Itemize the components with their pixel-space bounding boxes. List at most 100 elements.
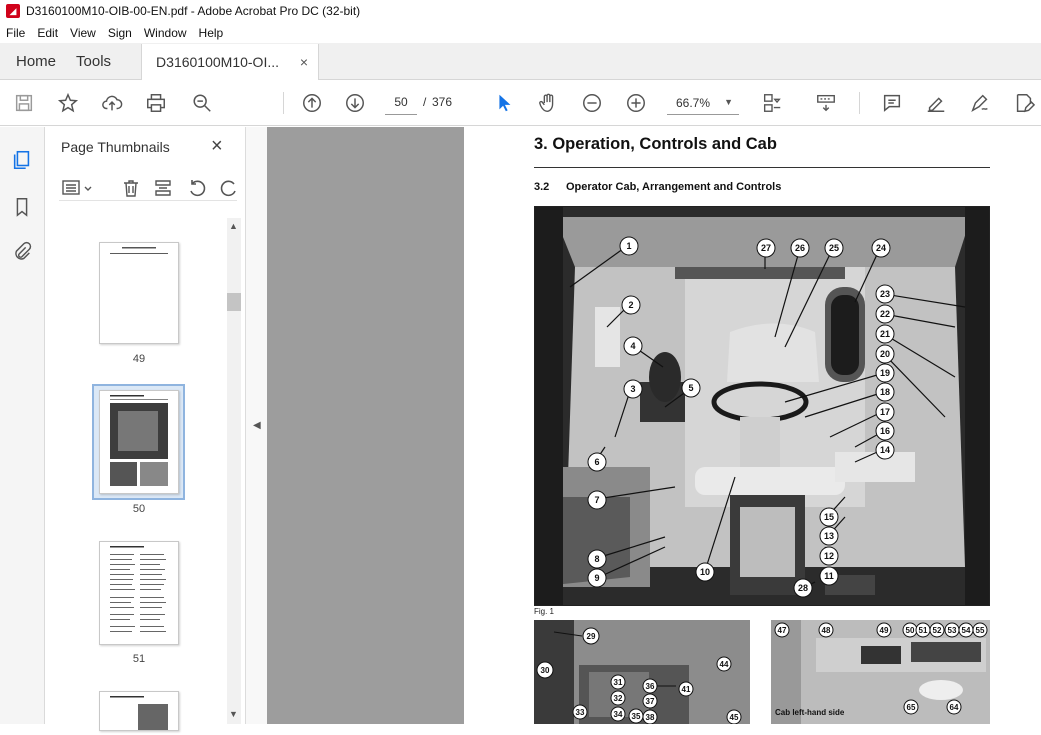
- rotate-right-icon[interactable]: [219, 178, 239, 198]
- thumbnail-page-51[interactable]: [99, 541, 179, 645]
- section-heading: 3.2 Operator Cab, Arrangement and Control…: [534, 181, 781, 193]
- document-view[interactable]: 3. Operation, Controls and Cab 3.2 Operat…: [267, 127, 1041, 724]
- menu-view[interactable]: View: [64, 26, 102, 40]
- menu-help[interactable]: Help: [193, 26, 230, 40]
- callout-38: 38: [646, 713, 655, 722]
- page-thumbnails-icon[interactable]: [11, 149, 33, 171]
- callout-16: 16: [880, 426, 890, 436]
- callout-47: 47: [778, 626, 787, 635]
- figure-label: Fig. 1: [534, 607, 555, 616]
- highlight-pen-icon[interactable]: [924, 91, 948, 115]
- rotate-left-icon[interactable]: [187, 178, 207, 198]
- zoom-dropdown[interactable]: 66.7% ▼: [667, 89, 739, 115]
- upload-cloud-icon[interactable]: [100, 91, 124, 115]
- close-panel-icon[interactable]: ×: [211, 135, 223, 158]
- callout-18: 18: [880, 387, 890, 397]
- callout-15: 15: [824, 512, 834, 522]
- find-zoom-icon[interactable]: [190, 91, 214, 115]
- callout-55: 55: [976, 626, 985, 635]
- chevron-down-icon: ▼: [724, 97, 733, 107]
- callout-14: 14: [880, 445, 890, 455]
- callout-65: 65: [907, 703, 916, 712]
- tab-tools[interactable]: Tools: [72, 43, 127, 79]
- callout-33: 33: [576, 708, 585, 717]
- thumbnail-label: 50: [132, 503, 146, 515]
- sign-pen-icon[interactable]: [968, 91, 992, 115]
- callout-45: 45: [730, 713, 739, 722]
- section-number: 3.2: [534, 181, 550, 193]
- tab-bar: Home Tools D3160100M10-OI... ×: [0, 43, 1041, 80]
- hand-tool-icon[interactable]: [536, 91, 560, 115]
- page-total: 376: [432, 95, 453, 109]
- tab-home[interactable]: Home: [0, 43, 72, 79]
- thumbnail-label: 51: [132, 653, 146, 665]
- toolbar-divider: [283, 92, 284, 114]
- next-page-icon[interactable]: [343, 91, 367, 115]
- zoom-out-icon[interactable]: [580, 91, 604, 115]
- collapse-panel-icon[interactable]: ◀: [253, 420, 261, 431]
- toolbar: [0, 80, 1041, 126]
- delete-page-icon[interactable]: [121, 178, 141, 198]
- page-number-input[interactable]: [385, 89, 417, 115]
- callout-27: 27: [761, 243, 771, 253]
- callout-24: 24: [876, 243, 886, 253]
- previous-page-icon[interactable]: [300, 91, 324, 115]
- callout-21: 21: [880, 329, 890, 339]
- callout-30: 30: [541, 666, 550, 675]
- menu-window[interactable]: Window: [138, 26, 193, 40]
- keyboard-read-mode-icon[interactable]: [814, 91, 838, 115]
- scroll-down-icon[interactable]: ▼: [229, 709, 238, 719]
- scrollbar-thumb[interactable]: [227, 293, 241, 311]
- edit-pdf-icon[interactable]: [1012, 91, 1036, 115]
- thumbnail-page-50[interactable]: [99, 390, 179, 494]
- callout-8: 8: [594, 554, 599, 564]
- callout-64: 64: [950, 703, 959, 712]
- tab-document[interactable]: D3160100M10-OI... ×: [141, 44, 320, 80]
- thumbnail-tools: [59, 175, 237, 201]
- print-icon[interactable]: [144, 91, 168, 115]
- menu-file[interactable]: File: [0, 26, 31, 40]
- callout-23: 23: [880, 289, 890, 299]
- callout-25: 25: [829, 243, 839, 253]
- figure-caption: Cab left-hand side: [775, 708, 845, 717]
- callout-28: 28: [798, 583, 808, 593]
- figure-cab-left-side: 47 48 49 50 51 52 53 54 55 64 65 Cab lef…: [771, 620, 990, 724]
- callout-9: 9: [594, 573, 599, 583]
- page-separator: /: [423, 95, 427, 109]
- menu-sign[interactable]: Sign: [102, 26, 138, 40]
- callout-49: 49: [880, 626, 889, 635]
- pdf-page: 3. Operation, Controls and Cab 3.2 Operat…: [464, 127, 1041, 724]
- heading-rule: [534, 167, 990, 168]
- callout-3: 3: [630, 384, 635, 394]
- callout-32: 32: [614, 694, 623, 703]
- callout-19: 19: [880, 368, 890, 378]
- scroll-up-icon[interactable]: ▲: [229, 221, 238, 231]
- menu-edit[interactable]: Edit: [31, 26, 64, 40]
- callout-17: 17: [880, 407, 890, 417]
- window-title: D3160100M10-OIB-00-EN.pdf - Adobe Acroba…: [26, 4, 361, 18]
- select-cursor-icon[interactable]: [492, 91, 516, 115]
- callout-54: 54: [962, 626, 971, 635]
- zoom-value: 66.7%: [676, 96, 711, 110]
- callout-5: 5: [688, 383, 693, 393]
- thumbnail-page-52[interactable]: [99, 691, 179, 731]
- save-icon[interactable]: [12, 91, 36, 115]
- zoom-in-icon[interactable]: [624, 91, 648, 115]
- title-bar: ◢ D3160100M10-OIB-00-EN.pdf - Adobe Acro…: [0, 0, 1041, 22]
- callout-13: 13: [824, 531, 834, 541]
- acrobat-app-icon: ◢: [6, 4, 20, 18]
- attachments-icon[interactable]: [11, 241, 33, 263]
- navigation-rail: [0, 127, 45, 724]
- panel-splitter[interactable]: ◀: [245, 127, 267, 724]
- close-tab-icon[interactable]: ×: [300, 54, 308, 70]
- extract-pages-icon[interactable]: [153, 178, 173, 198]
- comment-icon[interactable]: [880, 91, 904, 115]
- panel-scrollbar[interactable]: ▲ ▼: [227, 218, 241, 724]
- bookmarks-icon[interactable]: [11, 196, 33, 218]
- figure-control-panel: 29 30 31 32 33 34 35 36 37 38 41 44 45: [534, 620, 750, 724]
- page-layout-icon[interactable]: [760, 91, 784, 115]
- menu-bar: File Edit View Sign Window Help: [0, 22, 1041, 43]
- thumbnail-page-49[interactable]: [99, 242, 179, 344]
- thumbnail-options-icon[interactable]: [61, 178, 95, 198]
- bookmark-star-icon[interactable]: [56, 91, 80, 115]
